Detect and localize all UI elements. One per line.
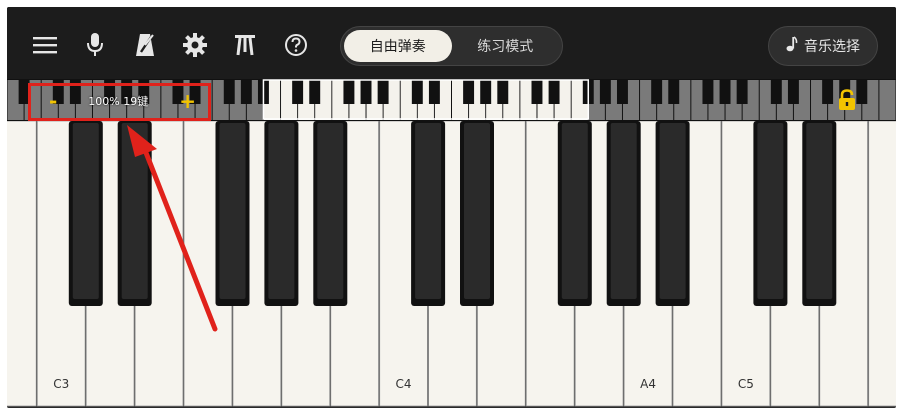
black-key-shine (659, 123, 686, 299)
piano-keys: C3 C4 A4 C5 (7, 121, 896, 408)
overview-black-key (822, 80, 834, 104)
black-key-shine (268, 123, 295, 299)
black-key-shine (121, 123, 148, 299)
key-label-c3: C3 (53, 377, 69, 391)
zoom-controls: - 100% 19键 + (35, 82, 210, 119)
overview-black-key (377, 80, 389, 104)
overview-black-key (787, 80, 799, 104)
tab-free-play[interactable]: 自由弹奏 (344, 30, 452, 62)
overview-black-key (463, 80, 475, 104)
music-note-icon (786, 36, 798, 56)
music-select-label: 音乐选择 (804, 39, 860, 55)
overview-black-key (856, 80, 868, 104)
black-key-shine (806, 123, 833, 299)
black-key-shine (464, 123, 490, 299)
overview-black-key (770, 80, 782, 104)
overview-black-key (548, 80, 560, 104)
tuning-fork-icon[interactable] (230, 30, 260, 60)
overview-black-key (702, 80, 714, 104)
overview-black-key (428, 80, 440, 104)
menu-icon[interactable] (30, 30, 60, 60)
black-key-shine (415, 123, 442, 299)
microphone-icon[interactable] (80, 30, 110, 60)
overview-black-key (223, 80, 235, 104)
key-label-c5: C5 (738, 377, 754, 391)
overview-black-key (411, 80, 423, 104)
tab-practice-mode[interactable]: 练习模式 (452, 30, 560, 62)
overview-white-key (879, 80, 896, 120)
overview-black-key (343, 80, 355, 104)
overview-black-key (651, 80, 663, 104)
overview-black-key (497, 80, 509, 104)
overview-black-key (18, 80, 30, 104)
piano-app: 自由弹奏 练习模式 音乐选择 - 100% 19键 + C3 C4 A4 C5 (7, 7, 896, 408)
metronome-icon[interactable] (130, 30, 160, 60)
help-icon[interactable] (281, 30, 311, 60)
overview-black-key (736, 80, 748, 104)
overview-black-key (531, 80, 543, 104)
music-select-button[interactable]: 音乐选择 (768, 26, 878, 66)
black-key-shine (219, 123, 246, 299)
top-toolbar: 自由弹奏 练习模式 音乐选择 (7, 7, 896, 83)
unlock-icon[interactable] (837, 89, 857, 111)
overview-black-key (240, 80, 252, 104)
black-key-shine (610, 123, 637, 299)
key-label-c4: C4 (396, 377, 412, 391)
black-key-shine (317, 123, 344, 299)
overview-black-key (616, 80, 628, 104)
zoom-label: 100% 19键 (88, 94, 149, 108)
white-key-f5[interactable] (868, 121, 896, 407)
white-key-b2[interactable] (7, 121, 37, 407)
zoom-in-button[interactable]: + (179, 91, 196, 111)
keyboard-overview-strip[interactable]: - 100% 19键 + (7, 79, 896, 121)
overview-black-key (360, 80, 372, 104)
black-key-shine (561, 123, 588, 299)
overview-black-key (480, 80, 492, 104)
black-key-shine (72, 123, 99, 299)
key-label-a4: A4 (640, 377, 656, 391)
black-key-shine (757, 123, 784, 299)
overview-black-key (292, 80, 304, 104)
gear-icon[interactable] (180, 30, 210, 60)
overview-black-key (668, 80, 680, 104)
mode-switch: 自由弹奏 练习模式 (340, 26, 563, 66)
overview-black-key (599, 80, 611, 104)
zoom-out-button[interactable]: - (49, 91, 57, 111)
overview-black-key (719, 80, 731, 104)
piano-keyboard: C3 C4 A4 C5 (7, 121, 896, 408)
overview-black-key (309, 80, 321, 104)
